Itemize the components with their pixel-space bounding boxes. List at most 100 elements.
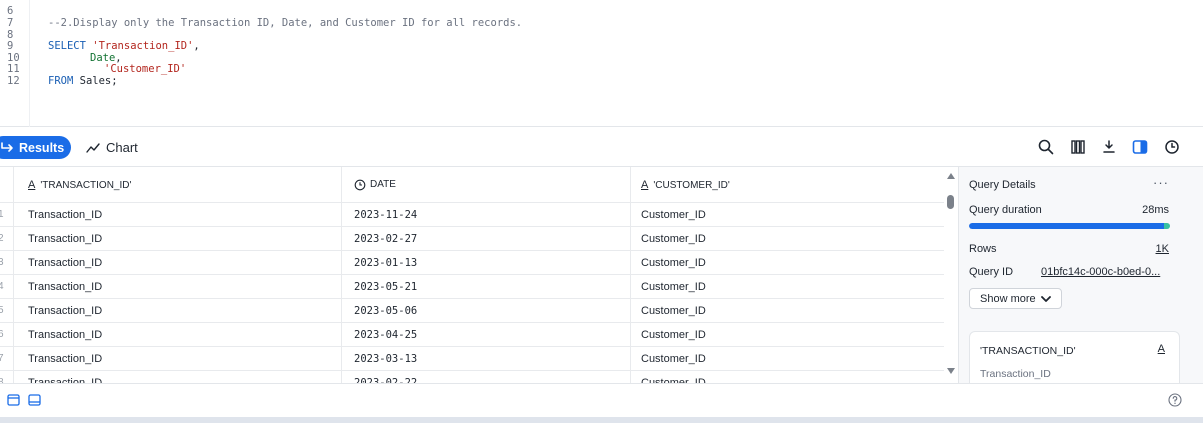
cell-transaction-id[interactable]: Transaction_ID: [28, 275, 102, 299]
row-index: 7: [0, 347, 14, 371]
text-type-icon: A: [641, 179, 649, 191]
results-toolbar: Results Chart: [0, 127, 1203, 167]
help-icon[interactable]: [1168, 393, 1182, 407]
column-header-transaction-id[interactable]: A 'TRANSACTION_ID': [28, 167, 131, 203]
cell-date[interactable]: 2023-11-24: [354, 203, 417, 227]
columns-icon[interactable]: [1068, 137, 1088, 157]
results-tab-label: Results: [19, 140, 65, 155]
column-header-customer-id[interactable]: A 'CUSTOMER_ID': [641, 167, 730, 203]
download-icon[interactable]: [1099, 137, 1119, 157]
rows-label: Rows: [969, 243, 997, 255]
table-row[interactable]: 4 Transaction_ID 2023-05-21 Customer_ID: [0, 275, 944, 299]
cell-customer-id[interactable]: Customer_ID: [641, 203, 706, 227]
table-row[interactable]: 2 Transaction_ID 2023-02-27 Customer_ID: [0, 227, 944, 251]
rows-value-link[interactable]: 1K: [1156, 243, 1169, 255]
cell-transaction-id[interactable]: Transaction_ID: [28, 347, 102, 371]
scroll-down-arrow-icon[interactable]: [947, 368, 955, 374]
search-icon[interactable]: [1036, 137, 1056, 157]
code-string-customer: 'Customer_ID': [104, 63, 187, 75]
row-index: 6: [0, 323, 14, 347]
cell-customer-id[interactable]: Customer_ID: [641, 299, 706, 323]
cell-transaction-id[interactable]: Transaction_ID: [28, 371, 102, 383]
row-index: 2: [0, 227, 14, 251]
row-index: 4: [0, 275, 14, 299]
code-comma: ,: [193, 40, 200, 52]
chart-tab-label: Chart: [106, 140, 138, 155]
query-duration-bar-end: [1164, 223, 1170, 229]
table-row[interactable]: 8 Transaction_ID 2023-02-22 Customer_ID: [0, 371, 944, 383]
cell-date[interactable]: 2023-04-25: [354, 323, 417, 347]
scroll-up-arrow-icon[interactable]: [947, 173, 955, 179]
table-scrollbar[interactable]: [944, 167, 958, 383]
cell-customer-id[interactable]: Customer_ID: [641, 227, 706, 251]
results-footer: [0, 383, 1203, 417]
cell-transaction-id[interactable]: Transaction_ID: [28, 203, 102, 227]
cell-customer-id[interactable]: Customer_ID: [641, 323, 706, 347]
more-options-icon[interactable]: ···: [1153, 175, 1169, 190]
cell-customer-id[interactable]: Customer_ID: [641, 275, 706, 299]
code-keyword-select: SELECT: [48, 40, 86, 52]
cell-transaction-id[interactable]: Transaction_ID: [28, 323, 102, 347]
cell-date[interactable]: 2023-02-27: [354, 227, 417, 251]
code-string-transaction: 'Transaction_ID': [92, 40, 194, 52]
line-number: 12: [7, 75, 20, 87]
code-comment: --2.Display only the Transaction ID, Dat…: [48, 17, 523, 29]
query-details-panel: Query Details ··· Query duration 28ms Ro…: [958, 167, 1203, 383]
line-number: 7: [7, 17, 14, 29]
layout-editor-icon[interactable]: [7, 394, 20, 406]
chart-tab-button[interactable]: Chart: [86, 136, 138, 159]
query-duration-label: Query duration: [969, 204, 1042, 216]
query-id-link[interactable]: 01bfc14c-000c-b0ed-0...: [1041, 266, 1160, 278]
show-more-button[interactable]: Show more: [969, 288, 1062, 309]
sql-editor[interactable]: 6 7 9 8 10 11 12 --2.Display only the Tr…: [0, 0, 1203, 127]
query-details-title: Query Details: [969, 179, 1036, 191]
column-header-label: 'CUSTOMER_ID': [653, 180, 730, 191]
query-duration-bar: [969, 223, 1170, 229]
cell-transaction-id[interactable]: Transaction_ID: [28, 251, 102, 275]
show-more-label: Show more: [980, 292, 1036, 305]
cell-date[interactable]: 2023-05-21: [354, 275, 417, 299]
cell-customer-id[interactable]: Customer_ID: [641, 347, 706, 371]
line-number: 6: [7, 5, 14, 17]
cell-date[interactable]: 2023-01-13: [354, 251, 417, 275]
side-panel-toggle-icon[interactable]: [1130, 137, 1150, 157]
window-bottom-edge: [0, 417, 1203, 423]
row-index: 1: [0, 203, 14, 227]
code-line-from: FROM Sales;: [48, 76, 118, 87]
cell-customer-id[interactable]: Customer_ID: [641, 251, 706, 275]
cell-date[interactable]: 2023-05-06: [354, 299, 417, 323]
code-table-name: Sales;: [79, 75, 118, 87]
line-number: 9: [7, 40, 14, 52]
code-line-select: SELECT 'Transaction_ID',: [48, 41, 200, 52]
row-index: 5: [0, 299, 14, 323]
row-index: 3: [0, 251, 14, 275]
column-header-label: 'TRANSACTION_ID': [40, 180, 132, 191]
table-row[interactable]: 7 Transaction_ID 2023-03-13 Customer_ID: [0, 347, 944, 371]
cell-date[interactable]: 2023-02-22: [354, 371, 417, 383]
clock-icon: [354, 179, 366, 191]
column-stats-card[interactable]: 'TRANSACTION_ID' A Transaction_ID: [969, 331, 1180, 383]
column-stats-value: Transaction_ID: [980, 368, 1051, 380]
line-chart-icon: [86, 142, 100, 153]
query-id-label: Query ID: [969, 266, 1014, 278]
table-row[interactable]: 5 Transaction_ID 2023-05-06 Customer_ID: [0, 299, 944, 323]
cell-customer-id[interactable]: Customer_ID: [641, 371, 706, 383]
cell-transaction-id[interactable]: Transaction_ID: [28, 227, 102, 251]
table-row[interactable]: 3 Transaction_ID 2023-01-13 Customer_ID: [0, 251, 944, 275]
table-row[interactable]: 6 Transaction_ID 2023-04-25 Customer_ID: [0, 323, 944, 347]
query-duration-bar-fill: [969, 223, 1164, 229]
cell-date[interactable]: 2023-03-13: [354, 347, 417, 371]
cell-transaction-id[interactable]: Transaction_ID: [28, 299, 102, 323]
chevron-down-icon: [1040, 295, 1051, 302]
history-clock-icon[interactable]: [1162, 137, 1182, 157]
results-table: A 'TRANSACTION_ID' DATE A 'CUSTOMER_ID' 1 …: [0, 167, 958, 383]
column-header-date[interactable]: DATE: [354, 167, 396, 203]
code-keyword-from: FROM: [48, 75, 74, 87]
scrollbar-thumb[interactable]: [947, 195, 954, 209]
arrow-right-icon: [1, 141, 13, 152]
table-row[interactable]: 1 Transaction_ID 2023-11-24 Customer_ID: [0, 203, 944, 227]
row-index-header: [0, 167, 14, 203]
column-stats-title: 'TRANSACTION_ID': [980, 345, 1076, 357]
results-tab-button[interactable]: Results: [0, 136, 71, 159]
layout-results-icon[interactable]: [28, 394, 41, 406]
